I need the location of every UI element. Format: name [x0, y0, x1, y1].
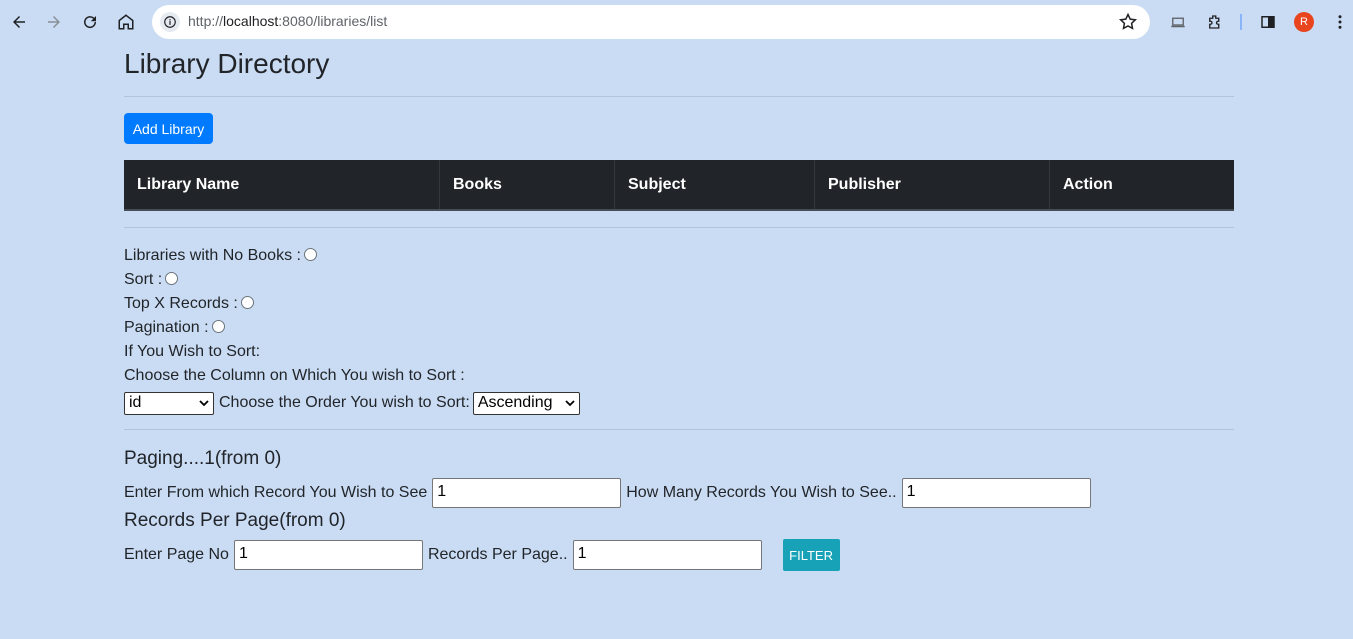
sort-order-select[interactable]: Ascending: [472, 391, 580, 415]
more-menu-icon[interactable]: [1326, 8, 1353, 36]
pagination-label: Pagination :: [124, 319, 209, 336]
paging-row: Enter From which Record You Wish to See …: [124, 478, 1091, 508]
chevron-down-icon: [565, 400, 575, 407]
no-books-radio[interactable]: [303, 248, 317, 261]
from-record-label: Enter From which Record You Wish to See: [124, 484, 428, 501]
browser-toolbar: http://localhost:8080/libraries/list R: [0, 0, 1353, 44]
top-x-radio[interactable]: [240, 296, 254, 309]
sort-column-select[interactable]: id: [124, 391, 214, 415]
top-x-label: Top X Records :: [124, 295, 238, 312]
page-title: Library Directory: [124, 48, 330, 79]
column-header-publisher[interactable]: Publisher: [815, 160, 1050, 209]
filter-button[interactable]: FILTER: [782, 539, 840, 571]
column-header-books[interactable]: Books: [440, 160, 615, 209]
forward-icon[interactable]: [40, 8, 68, 36]
cast-laptop-icon[interactable]: [1164, 8, 1192, 36]
divider: [124, 96, 1234, 97]
choose-order-label: Choose the Order You wish to Sort:: [219, 394, 470, 411]
sort-order-value: Ascending: [477, 394, 553, 411]
back-icon[interactable]: [5, 8, 33, 36]
page-row: Enter Page No 1 Records Per Page.. 1 FIL…: [124, 539, 840, 571]
bookmark-star-icon[interactable]: [1118, 12, 1138, 37]
side-panel-icon[interactable]: [1254, 8, 1282, 36]
address-bar[interactable]: http://localhost:8080/libraries/list: [152, 5, 1150, 39]
sort-label: Sort :: [124, 271, 163, 288]
profile-avatar[interactable]: R: [1294, 12, 1314, 32]
how-many-input[interactable]: 1: [901, 478, 1091, 508]
extensions-puzzle-icon[interactable]: [1201, 8, 1229, 36]
filter-options: Libraries with No Books : Sort : Top X R…: [124, 246, 580, 415]
wish-sort-label: If You Wish to Sort:: [124, 343, 261, 360]
column-header-subject[interactable]: Subject: [615, 160, 815, 209]
paging-heading: Paging....1(from 0): [124, 448, 282, 469]
column-header-action[interactable]: Action: [1050, 160, 1234, 209]
records-per-page-input[interactable]: 1: [572, 540, 762, 570]
pagination-radio[interactable]: [211, 320, 225, 333]
toolbar-separator: [1240, 14, 1242, 30]
choose-column-label: Choose the Column on Which You wish to S…: [124, 367, 465, 384]
add-library-button[interactable]: Add Library: [124, 113, 213, 144]
from-record-input[interactable]: 1: [432, 478, 622, 508]
divider: [124, 227, 1234, 228]
sort-radio[interactable]: [165, 272, 179, 285]
page-no-input[interactable]: 1: [233, 540, 423, 570]
divider: [124, 429, 1234, 430]
home-icon[interactable]: [112, 8, 140, 36]
column-header-library-name[interactable]: Library Name: [124, 160, 440, 209]
sort-column-value: id: [129, 394, 142, 411]
records-per-page-label: Records Per Page..: [427, 546, 568, 563]
how-many-label: How Many Records You Wish to See..: [626, 484, 897, 501]
library-table-header: Library Name Books Subject Publisher Act…: [124, 160, 1234, 211]
chevron-down-icon: [199, 400, 209, 407]
page-no-label: Enter Page No: [124, 546, 229, 563]
reload-icon[interactable]: [76, 8, 104, 36]
records-per-page-heading: Records Per Page(from 0): [124, 510, 346, 531]
site-info-icon[interactable]: [160, 12, 180, 32]
no-books-label: Libraries with No Books :: [124, 247, 301, 264]
url-text[interactable]: http://localhost:8080/libraries/list: [188, 13, 387, 29]
